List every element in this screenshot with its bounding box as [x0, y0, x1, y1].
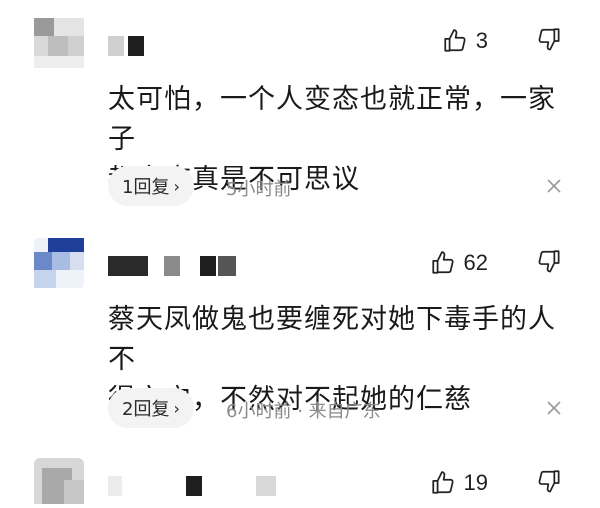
thumbs-up-icon: [431, 471, 454, 494]
view-replies-button[interactable]: 1回复 ›: [108, 166, 194, 206]
chevron-right-icon: ›: [173, 398, 180, 418]
thumbs-down-icon[interactable]: [536, 248, 562, 278]
location: · 来自广东: [297, 401, 381, 422]
thumbs-up-icon: [431, 251, 454, 274]
comment-time: 5小时前: [226, 175, 291, 201]
comment-text-line: 太可怕，一个人变态也就正常，一家子: [108, 84, 556, 155]
like-button[interactable]: 19: [430, 468, 488, 498]
like-button[interactable]: 3: [442, 26, 488, 56]
avatar[interactable]: [34, 18, 84, 68]
thumbs-down-icon[interactable]: [536, 468, 562, 498]
close-icon[interactable]: [544, 398, 564, 418]
reply-count: 1回复: [122, 177, 170, 198]
avatar[interactable]: [34, 458, 84, 508]
timestamp: 6小时前: [226, 401, 292, 422]
view-replies-button[interactable]: 2回复 ›: [108, 388, 194, 428]
timestamp: 5小时前: [226, 179, 292, 200]
like-count: 3: [475, 28, 488, 53]
like-count: 19: [463, 470, 488, 495]
comment-meta: 6小时前 · 来自广东: [226, 397, 381, 423]
like-button[interactable]: 62: [430, 248, 488, 278]
comment-text-line: 蔡天凤做鬼也要缠死对她下毒手的人不: [108, 304, 556, 375]
chevron-right-icon: ›: [173, 176, 180, 196]
like-count: 62: [463, 250, 488, 275]
thumbs-down-icon[interactable]: [536, 26, 562, 56]
avatar[interactable]: [34, 238, 84, 288]
reply-count: 2回复: [122, 399, 170, 420]
close-icon[interactable]: [544, 176, 564, 196]
thumbs-up-icon: [444, 29, 466, 52]
